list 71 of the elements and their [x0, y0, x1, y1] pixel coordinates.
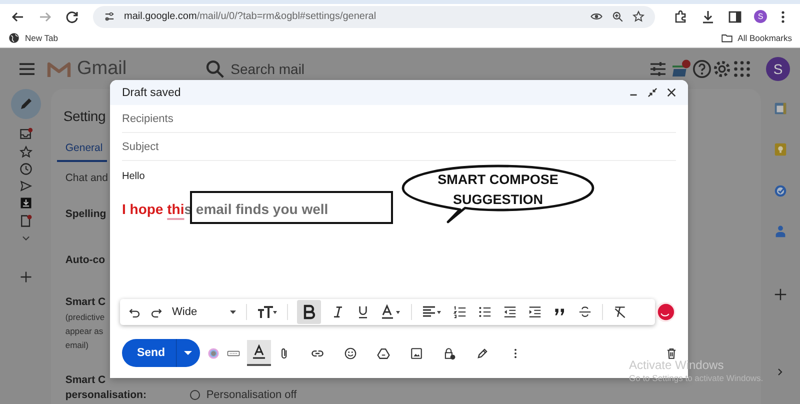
- download-icon[interactable]: [700, 8, 716, 24]
- pen-icon[interactable]: [476, 346, 489, 360]
- text-size-icon[interactable]: [256, 304, 278, 320]
- all-bookmarks-link[interactable]: All Bookmarks: [720, 32, 792, 44]
- text-color-icon[interactable]: [380, 304, 402, 320]
- reload-icon[interactable]: [64, 8, 80, 24]
- subject-field[interactable]: Subject: [122, 140, 676, 152]
- setting-label: personalisation:: [65, 388, 146, 403]
- indent-less-icon[interactable]: [502, 304, 518, 320]
- help-icon[interactable]: [692, 58, 712, 78]
- profile-avatar[interactable]: S: [754, 10, 767, 23]
- color-circle-icon[interactable]: [207, 346, 220, 360]
- settings-tab[interactable]: Chat and: [61, 171, 108, 185]
- settings-icon[interactable]: [712, 58, 732, 78]
- collapse-icon[interactable]: [646, 86, 659, 99]
- settings-title: Setting: [62, 107, 106, 126]
- close-icon[interactable]: [665, 86, 678, 99]
- inbox-icon[interactable]: [18, 127, 33, 142]
- radio-button[interactable]: [190, 390, 200, 400]
- image-icon[interactable]: [410, 346, 423, 360]
- bold-icon[interactable]: [297, 300, 321, 324]
- text-format-icon[interactable]: [247, 340, 271, 366]
- caret-icon[interactable]: [229, 308, 237, 316]
- font-dropdown[interactable]: Wide: [172, 306, 224, 318]
- setting-label: Smart C: [65, 373, 106, 388]
- callout-text: SMART COMPOSE SUGGESTION: [436, 171, 560, 209]
- document-icon[interactable]: [18, 214, 33, 228]
- compose-title: Draft saved: [122, 86, 181, 98]
- star-icon[interactable]: [18, 144, 33, 159]
- emoji-icon[interactable]: [344, 346, 357, 360]
- envelope-logo-icon: [47, 60, 71, 78]
- numbered-list-icon[interactable]: [452, 304, 468, 320]
- site-settings-icon[interactable]: [103, 10, 116, 23]
- indent-more-icon[interactable]: [527, 304, 543, 320]
- logo-text: Gmail: [77, 58, 127, 80]
- plus-icon[interactable]: [18, 270, 33, 284]
- apps-icon[interactable]: [732, 58, 752, 78]
- side-panel-icon[interactable]: [727, 8, 743, 24]
- calendar-icon[interactable]: [772, 101, 788, 116]
- settings-tab[interactable]: General: [57, 141, 107, 162]
- send-button[interactable]: Send: [122, 339, 200, 367]
- tasks-icon[interactable]: [772, 183, 788, 198]
- bullet-list-icon[interactable]: [477, 304, 493, 320]
- download-box-icon[interactable]: [18, 196, 33, 210]
- recipients-field[interactable]: Recipients: [122, 112, 676, 124]
- setting-label: Auto-co: [65, 253, 106, 268]
- clock-icon[interactable]: [18, 162, 33, 176]
- strikethrough-icon[interactable]: [577, 304, 593, 320]
- setting-description: appear as: [65, 325, 104, 338]
- trash-icon[interactable]: [665, 346, 678, 360]
- plus-icon[interactable]: [772, 287, 788, 302]
- search-icon[interactable]: [204, 58, 225, 78]
- setting-label: Spelling: [65, 207, 106, 222]
- pencil-icon[interactable]: [10, 89, 41, 119]
- lock-clock-icon[interactable]: [443, 346, 456, 360]
- bookmark-link[interactable]: New Tab: [8, 32, 58, 44]
- send-icon[interactable]: [18, 179, 33, 194]
- address-bar[interactable]: mail.google.com/mail/u/0/?tab=rm&ogbl#settings/general: [93, 6, 655, 28]
- search-field[interactable]: Search mail: [230, 60, 391, 76]
- chat-bubble-icon[interactable]: [655, 301, 676, 323]
- star-icon[interactable]: [632, 10, 645, 23]
- setting-description: email): [65, 339, 88, 352]
- greeting-text: Hello: [122, 170, 145, 184]
- globe-icon: [8, 32, 20, 44]
- account-avatar[interactable]: S: [766, 56, 790, 80]
- setting-description: (predictive: [65, 311, 105, 324]
- option-label: Personalisation off: [206, 389, 297, 401]
- clear-formatting-icon[interactable]: [612, 304, 628, 320]
- folder-icon: [720, 32, 733, 44]
- setting-label: Smart C: [65, 295, 106, 310]
- zoom-icon[interactable]: [611, 10, 624, 23]
